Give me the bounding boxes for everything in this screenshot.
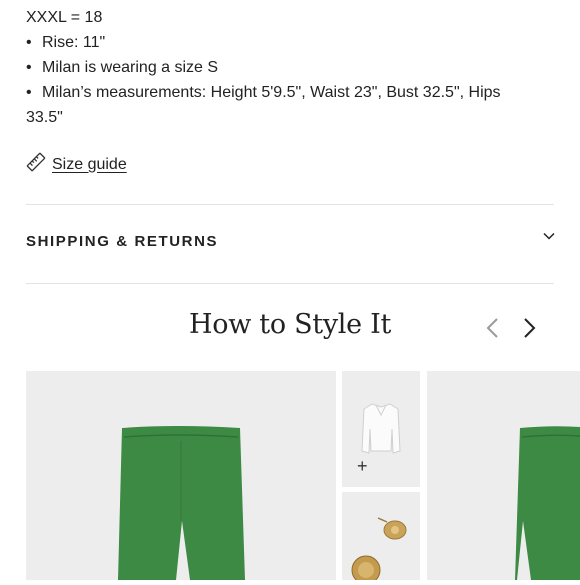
model-measurements-text: Milan’s measurements: Height 5'9.5", Wai…: [42, 84, 501, 101]
list-item: • Rise: 11": [26, 30, 556, 55]
product-card-shirt[interactable]: +: [342, 371, 420, 487]
divider: [26, 283, 554, 284]
divider: [26, 204, 554, 205]
rise-text: Rise: 11": [42, 34, 106, 51]
green-pants-image: [118, 426, 245, 580]
model-size-text: Milan is wearing a size S: [42, 59, 219, 76]
ruler-icon: [26, 152, 46, 177]
product-card-pants[interactable]: [26, 371, 336, 580]
size-range-tail: XXXL = 18: [26, 9, 103, 26]
white-shirt-image: [361, 403, 401, 454]
gold-earrings-image: [351, 517, 407, 585]
green-pants-image: [515, 426, 580, 580]
list-item: • Milan is wearing a size S: [26, 55, 556, 80]
product-details-list: XXXL = 18 • Rise: 11" • Milan is wearing…: [26, 0, 556, 130]
product-card-pants-alt[interactable]: [427, 371, 580, 580]
size-guide-link[interactable]: Size guide: [26, 152, 127, 177]
measurements-continuation: 33.5": [26, 109, 63, 126]
product-card-earrings[interactable]: [342, 492, 420, 585]
chevron-left-icon[interactable]: [483, 317, 503, 344]
shipping-returns-toggle[interactable]: SHIPPING & RETURNS: [26, 233, 218, 250]
chevron-down-icon[interactable]: [542, 229, 556, 248]
size-guide-label[interactable]: Size guide: [52, 156, 127, 174]
add-item-icon[interactable]: +: [357, 457, 368, 475]
chevron-right-icon[interactable]: [519, 317, 539, 344]
list-item: • Milan’s measurements: Height 5'9.5", W…: [26, 80, 556, 105]
